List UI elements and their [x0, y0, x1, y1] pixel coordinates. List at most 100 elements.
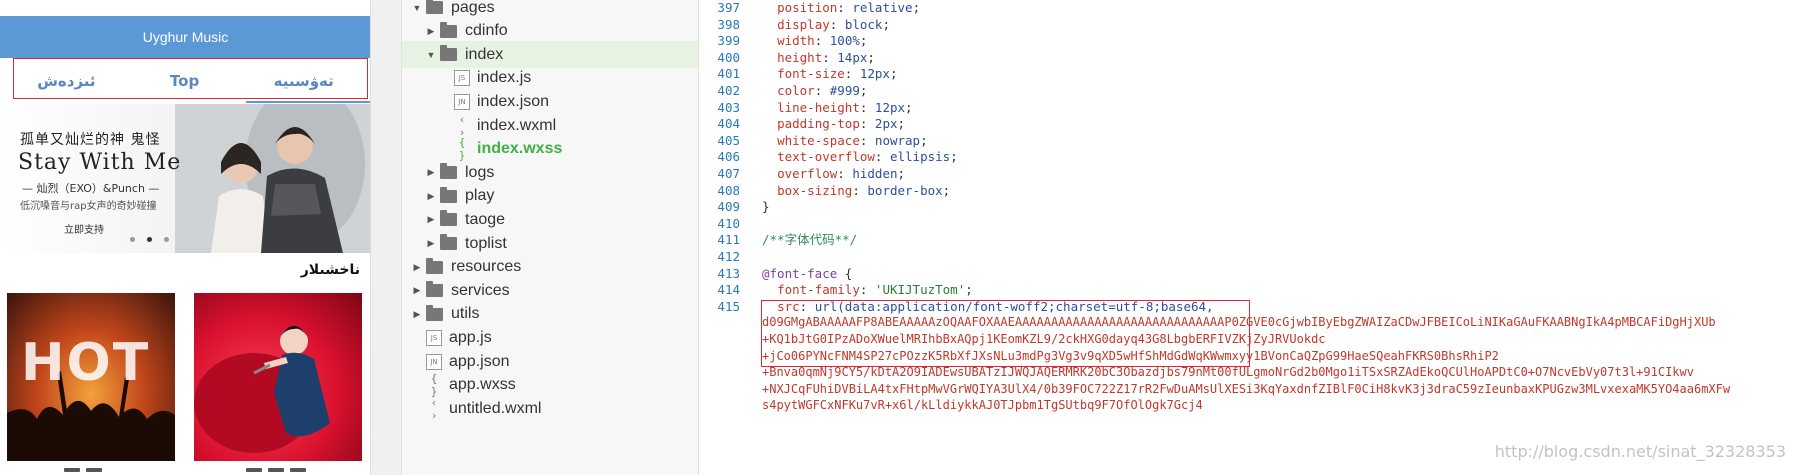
folder-icon [440, 21, 457, 38]
chevron-down-icon[interactable]: ▼ [412, 3, 422, 13]
chevron-right-icon[interactable]: ▶ [412, 309, 422, 320]
tree-item-label: index.wxss [477, 140, 563, 158]
css-property: font-size [777, 66, 845, 82]
code-punctuation [762, 66, 777, 81]
chevron-right-icon[interactable]: ▶ [412, 285, 422, 296]
js-file-icon: JS [426, 329, 442, 346]
album-cover-singer[interactable] [194, 293, 362, 461]
folder-icon [426, 281, 443, 298]
markup-file-icon: ‹ › [430, 395, 438, 422]
album-cover-hot[interactable]: HOT [7, 293, 175, 461]
banner-line-4: 低沉嗓音与rap女声的奇妙碰撞 [20, 201, 157, 212]
tree-item-label: index.json [477, 92, 550, 110]
chevron-right-icon[interactable]: ▶ [412, 262, 422, 273]
tab-recommend[interactable]: تەۋسىيە [274, 72, 334, 90]
code-punctuation: ; [897, 116, 906, 132]
code-punctuation [762, 183, 777, 198]
pane-divider[interactable] [371, 0, 402, 475]
code-punctuation [762, 83, 777, 98]
tree-item-label: index.js [477, 69, 532, 87]
code-punctuation [762, 166, 777, 181]
section-title-songs: ناخشىلار [300, 262, 360, 278]
css-value: 2px [874, 116, 898, 132]
json-file-icon: JN [454, 93, 470, 110]
chevron-right-icon[interactable]: ▶ [426, 238, 436, 249]
chevron-right-icon[interactable]: ▶ [426, 214, 436, 225]
tree-item-label: cdinfo [465, 22, 508, 40]
album-hot-text: HOT [21, 333, 151, 393]
css-property: src [777, 298, 800, 314]
folder-icon [426, 0, 443, 14]
folder-icon [440, 234, 457, 250]
css-string: 'UKIJTuzTom' [874, 282, 966, 298]
tree-item-label: index.wxml [477, 116, 557, 134]
tab-bar: ئىزدەش Top تەۋسىيە [0, 58, 370, 104]
carousel-dots [130, 237, 169, 242]
tree-item-label: app.wxss [449, 376, 516, 394]
tree-item-untitled-wxml[interactable]: ‹ › untitled.wxml [402, 395, 698, 422]
code-punctuation: : [837, 166, 853, 181]
chevron-right-icon[interactable]: ▶ [426, 191, 436, 202]
tab-search[interactable]: ئىزدەش [37, 72, 95, 90]
line-number: 415 [717, 298, 740, 314]
css-value: block [844, 16, 883, 32]
css-property: line-height [777, 99, 860, 115]
code-punctuation [762, 50, 777, 65]
css-value: hidden [852, 166, 898, 181]
tree-item-label: untitled.wxml [449, 399, 542, 417]
css-value: ellipsis [889, 149, 951, 165]
tree-item-label: pages [451, 0, 495, 16]
code-punctuation: ; [882, 16, 890, 32]
code-punctuation: : [874, 149, 890, 165]
code-punctuation [762, 100, 777, 115]
css-value: #999 [829, 83, 860, 98]
tree-item-label: services [451, 281, 510, 299]
folder-icon [426, 304, 443, 321]
tree-item-label: index [465, 45, 504, 63]
tree-item-label: taoge [465, 210, 506, 228]
code-punctuation: ; [897, 166, 906, 181]
css-property: padding-top [777, 116, 860, 132]
code-punctuation: ; [965, 282, 973, 298]
tree-item-label: play [465, 187, 495, 205]
code-punctuation [762, 282, 777, 297]
chevron-right-icon[interactable]: ▶ [426, 167, 436, 178]
css-property: display [777, 16, 830, 32]
css-property: font-family [777, 282, 860, 298]
file-tree: ▼ pages ▶ cdinfo ▼ index JS index.js JN index.jso… [402, 0, 699, 475]
code-editor[interactable]: 397 position: relative; 398 display: bloc… [700, 0, 1794, 475]
css-value: nowrap [874, 132, 921, 148]
css-property: overflow [777, 166, 838, 181]
banner-line-1: 孤单又灿烂的神 鬼怪 [20, 132, 161, 148]
css-value: border-box [867, 182, 943, 198]
carousel-dot[interactable] [164, 237, 169, 242]
banner-carousel[interactable]: 孤单又灿烂的神 鬼怪 Stay With Me — 灿烈（EXO）&Punch … [0, 104, 370, 253]
carousel-dot-active[interactable] [147, 237, 152, 242]
css-property: position [777, 0, 838, 15]
style-file-icon: { } [458, 136, 466, 163]
code-punctuation: : [829, 16, 845, 32]
folder-icon [440, 186, 457, 203]
code-punctuation: : [844, 66, 860, 82]
banner-line-3: — 灿烈（EXO）&Punch — [22, 182, 160, 195]
carousel-dot[interactable] [130, 237, 135, 242]
code-punctuation [762, 149, 777, 164]
css-property: width [777, 33, 815, 49]
code-punctuation: : [837, 0, 853, 15]
code-punctuation: ; [905, 99, 913, 115]
at-rule: @font-face [762, 265, 838, 281]
tab-top[interactable]: Top [170, 72, 199, 90]
code-punctuation [762, 0, 777, 15]
closing-brace: } [762, 199, 770, 215]
code-punctuation [762, 17, 777, 32]
code-punctuation [762, 299, 777, 314]
css-value: 100% [829, 33, 860, 49]
css-property: box-sizing [777, 182, 853, 198]
folder-icon [440, 45, 457, 62]
chevron-right-icon[interactable]: ▶ [426, 26, 436, 37]
code-punctuation: ; [950, 149, 958, 165]
chevron-down-icon[interactable]: ▼ [426, 50, 436, 60]
banner-support-link[interactable]: 立即支持 [64, 221, 104, 236]
code-punctuation [762, 33, 777, 48]
album-caption [64, 468, 102, 475]
